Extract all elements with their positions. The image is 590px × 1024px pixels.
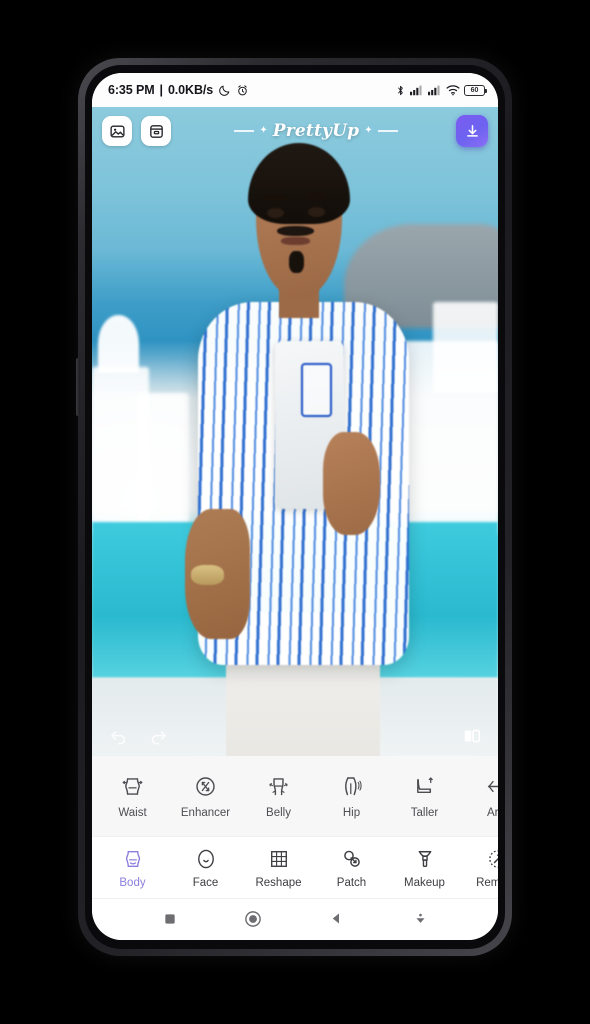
nav-label: Reshape bbox=[255, 876, 302, 889]
compare-button[interactable] bbox=[458, 722, 486, 750]
download-button[interactable] bbox=[456, 115, 488, 147]
phone-screen: 6:35 PM | 0.0KB/s 60 ✦ PrettyUp ✦ Waist … bbox=[92, 73, 498, 940]
belly-icon bbox=[266, 774, 291, 800]
undo-icon bbox=[110, 730, 125, 744]
volume-button[interactable] bbox=[76, 358, 80, 416]
remove-icon bbox=[486, 847, 498, 872]
nav-label: Remove bbox=[476, 876, 498, 889]
makeup-brush-icon bbox=[413, 847, 437, 872]
tool-label: Taller bbox=[410, 806, 439, 819]
editor-bottom-nav[interactable]: Body Face Reshape Patch Makeup Rem bbox=[92, 836, 498, 898]
double-chevron-down-icon bbox=[416, 913, 425, 923]
triangle-back-icon bbox=[333, 913, 340, 924]
subject-eyebrow bbox=[264, 193, 287, 202]
tool-label: Waist bbox=[118, 806, 147, 819]
moon-icon bbox=[219, 85, 230, 96]
status-bar: 6:35 PM | 0.0KB/s 60 bbox=[92, 73, 498, 107]
nav-label: Patch bbox=[336, 876, 367, 889]
subject-phone-sticker bbox=[301, 363, 332, 417]
hide-nav-button[interactable] bbox=[403, 904, 437, 934]
tool-item-arm[interactable]: Arm bbox=[461, 774, 498, 819]
photo-bottom-bar bbox=[92, 716, 498, 756]
subject-mouth bbox=[281, 236, 310, 246]
signal-bars-icon bbox=[428, 85, 440, 96]
status-bar-left: 6:35 PM | 0.0KB/s bbox=[108, 83, 249, 97]
subject-photo bbox=[92, 107, 498, 756]
enhancer-icon bbox=[193, 774, 218, 800]
nav-item-body[interactable]: Body bbox=[96, 847, 169, 889]
subject-moustache bbox=[277, 225, 314, 237]
download-icon bbox=[466, 124, 478, 137]
back-button[interactable] bbox=[320, 904, 354, 934]
nav-item-makeup[interactable]: Makeup bbox=[388, 847, 461, 889]
subject-wristwatch bbox=[191, 564, 224, 586]
battery-icon: 60 bbox=[464, 84, 487, 96]
title-dash-left bbox=[234, 130, 255, 132]
tool-label: Belly bbox=[266, 806, 291, 819]
battery-level-label: 60 bbox=[470, 86, 479, 94]
nav-item-remove[interactable]: Remove bbox=[461, 847, 498, 889]
app-title-group: ✦ PrettyUp ✦ bbox=[180, 121, 452, 141]
waist-icon bbox=[120, 774, 145, 800]
status-time: 6:35 PM bbox=[108, 83, 155, 97]
photo-canvas[interactable]: ✦ PrettyUp ✦ bbox=[92, 107, 498, 756]
nav-label: Body bbox=[119, 876, 146, 889]
subject-eyebrow bbox=[304, 192, 328, 200]
circle-home-icon bbox=[245, 910, 262, 927]
tool-item-waist[interactable]: Waist bbox=[96, 774, 169, 819]
wifi-icon bbox=[446, 85, 460, 96]
gallery-icon bbox=[109, 125, 125, 137]
gallery-button[interactable] bbox=[102, 116, 132, 146]
recents-button[interactable] bbox=[153, 904, 187, 934]
status-network-speed: 0.0KB/s bbox=[167, 83, 214, 97]
hip-icon bbox=[339, 774, 364, 800]
subject-eye bbox=[307, 206, 326, 217]
body-tools-strip[interactable]: Waist Enhancer Belly Hip Taller Ar bbox=[92, 756, 498, 836]
albums-button[interactable] bbox=[141, 116, 171, 146]
face-icon bbox=[194, 847, 218, 872]
arm-icon bbox=[485, 774, 498, 800]
signal-bars-icon bbox=[410, 85, 422, 96]
undo-button[interactable] bbox=[104, 722, 132, 750]
android-system-nav bbox=[92, 898, 498, 940]
tool-label: Enhancer bbox=[180, 806, 231, 819]
sparkle-icon: ✦ bbox=[259, 125, 268, 136]
phone-bezel: 6:35 PM | 0.0KB/s 60 ✦ PrettyUp ✦ Waist … bbox=[85, 65, 505, 949]
tool-item-hip[interactable]: Hip bbox=[315, 774, 388, 819]
alarm-icon bbox=[238, 84, 247, 95]
albums-icon bbox=[149, 124, 163, 138]
status-bar-right: 60 bbox=[395, 84, 487, 97]
tool-label: Arm bbox=[486, 806, 498, 819]
subject-right-hand bbox=[323, 431, 381, 536]
editor-top-bar: ✦ PrettyUp ✦ bbox=[92, 107, 498, 155]
nav-item-patch[interactable]: Patch bbox=[315, 847, 388, 889]
subject-goatee bbox=[289, 251, 304, 274]
compare-icon bbox=[464, 729, 481, 743]
nav-item-reshape[interactable]: Reshape bbox=[242, 847, 315, 889]
bluetooth-icon bbox=[398, 85, 403, 95]
nav-label: Face bbox=[192, 876, 219, 889]
tool-item-belly[interactable]: Belly bbox=[242, 774, 315, 819]
nav-label: Makeup bbox=[404, 876, 445, 889]
status-separator: | bbox=[159, 83, 164, 97]
sparkle-icon: ✦ bbox=[364, 125, 373, 136]
app-title: PrettyUp bbox=[272, 121, 360, 141]
reshape-grid-icon bbox=[267, 847, 291, 872]
redo-button[interactable] bbox=[144, 722, 172, 750]
nav-item-face[interactable]: Face bbox=[169, 847, 242, 889]
title-dash-right bbox=[377, 130, 398, 132]
tool-label: Hip bbox=[342, 806, 361, 819]
tool-item-taller[interactable]: Taller bbox=[388, 774, 461, 819]
taller-icon bbox=[412, 774, 437, 800]
body-icon bbox=[121, 847, 145, 872]
phone-device-frame: 6:35 PM | 0.0KB/s 60 ✦ PrettyUp ✦ Waist … bbox=[76, 58, 512, 956]
square-recents-icon bbox=[165, 913, 175, 924]
tool-item-enhancer[interactable]: Enhancer bbox=[169, 774, 242, 819]
home-button[interactable] bbox=[236, 904, 270, 934]
redo-icon bbox=[151, 730, 166, 744]
patch-icon bbox=[340, 847, 364, 872]
